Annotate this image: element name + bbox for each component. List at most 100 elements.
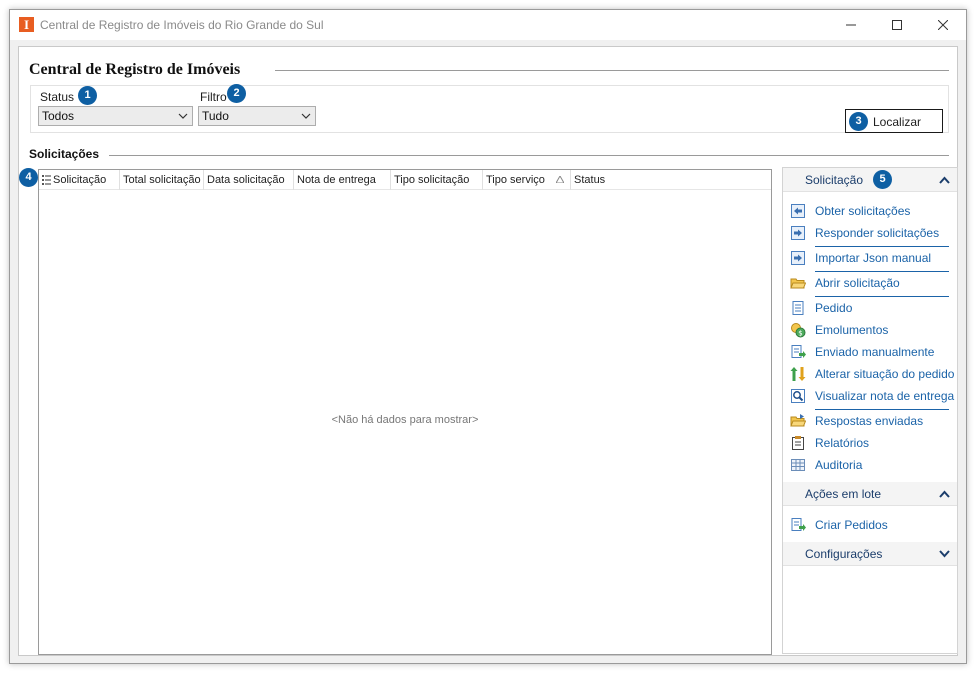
column-header-solicitacao[interactable]: Solicitação [39,170,120,190]
column-label: Tipo serviço [486,174,545,186]
obter-solicitacoes-item[interactable]: Obter solicitações [783,202,959,222]
maximize-button[interactable] [874,10,920,40]
status-select[interactable]: Todos [38,106,193,126]
maximize-icon [892,20,902,30]
import-icon [791,251,805,265]
item-label: Respostas enviadas [815,414,924,428]
visualizar-nota-de-entrega-item[interactable]: Visualizar nota de entrega [783,387,959,407]
main-panel: Central de Registro de Imóveis Status 1 … [18,46,958,656]
item-label: Visualizar nota de entrega [815,389,955,403]
title-bar[interactable]: I Central de Registro de Imóveis do Rio … [10,10,966,40]
column-label: Data solicitação [207,174,285,186]
criar-pedidos-item[interactable]: Criar Pedidos [783,516,959,536]
column-header-nota-de-entrega[interactable]: Nota de entrega [294,170,391,190]
auditoria-item[interactable]: Auditoria [783,456,959,476]
item-label: Abrir solicitação [815,276,900,290]
audit-grid-icon [791,459,805,471]
separator [815,409,949,410]
column-chooser-icon [42,175,51,185]
sort-ascending-icon [556,176,564,183]
close-icon [938,20,948,30]
page-title: Central de Registro de Imóveis [29,61,241,78]
filter-panel: Status 1 Todos Filtro 2 Tudo [30,84,949,133]
chevron-down-icon [178,113,188,119]
arrow-left-icon [791,204,805,218]
send-manual-icon [791,345,806,358]
importar-json-manual-item[interactable]: Importar Json manual [783,249,959,269]
app-window: I Central de Registro de Imóveis do Rio … [9,9,967,664]
separator [815,296,949,297]
abrir-solicitacao-item[interactable]: Abrir solicitação [783,274,959,294]
callout-badge-4: 4 [19,168,38,187]
item-label: Responder solicitações [815,226,940,240]
item-label: Criar Pedidos [815,518,888,532]
app-logo-icon: I [19,17,34,32]
title-divider [275,70,949,71]
magnifier-icon [791,389,805,403]
filtro-value: Tudo [202,109,229,123]
group-title: Ações em lote [805,487,882,501]
grid-header: Solicitação Total solicitação Data solic… [39,170,771,190]
filtro-select[interactable]: Tudo [198,106,316,126]
localizar-button[interactable]: 3 Localizar [845,109,943,133]
column-label: Tipo solicitação [394,174,470,186]
responder-solicitacoes-item[interactable]: Responder solicitações [783,224,959,244]
coins-icon: $ [791,323,806,338]
action-sidebar: Solicitação 5 Obter solicitações Respond… [782,167,958,654]
respostas-enviadas-item[interactable]: Respostas enviadas [783,412,959,432]
chevron-down-icon [939,550,950,558]
report-icon [792,436,804,450]
window-title: Central de Registro de Imóveis do Rio Gr… [40,18,324,32]
column-label: Status [574,174,606,186]
callout-badge-3: 3 [849,112,868,131]
item-label: Auditoria [815,458,863,472]
solicitacoes-title: Solicitações [29,147,100,161]
item-label: Emolumentos [815,323,889,337]
group-header-solicitacao[interactable]: Solicitação 5 [783,168,957,192]
arrow-right-icon [791,226,805,240]
solicitacoes-grid[interactable]: Solicitação Total solicitação Data solic… [38,169,772,655]
svg-text:$: $ [798,330,802,338]
item-label: Relatórios [815,436,870,450]
chevron-down-icon [301,113,311,119]
enviado-manualmente-item[interactable]: Enviado manualmente [783,343,959,363]
item-label: Obter solicitações [815,204,911,218]
document-icon [792,301,804,315]
item-label: Enviado manualmente [815,345,935,359]
create-orders-icon [791,518,806,531]
separator [815,271,949,272]
callout-badge-1: 1 [78,86,97,105]
swap-arrows-icon [790,367,806,381]
minimize-button[interactable] [828,10,874,40]
callout-badge-2: 2 [227,84,246,103]
localizar-label: Localizar [873,115,922,129]
column-header-data-solicitacao[interactable]: Data solicitação [204,170,294,190]
column-header-status[interactable]: Status [571,170,771,190]
status-label: Status [40,90,75,104]
chevron-up-icon [939,176,950,184]
relatorios-item[interactable]: Relatórios [783,434,959,454]
close-button[interactable] [920,10,966,40]
emolumentos-item[interactable]: $ Emolumentos [783,321,959,341]
column-header-total-solicitacao[interactable]: Total solicitação [120,170,204,190]
column-header-tipo-solicitacao[interactable]: Tipo solicitação [391,170,483,190]
group-title: Configurações [805,547,883,561]
status-value: Todos [42,109,75,123]
chevron-up-icon [939,490,950,498]
group-header-configuracoes[interactable]: Configurações [783,542,957,566]
callout-badge-5: 5 [873,170,892,189]
column-label: Solicitação [53,174,107,186]
column-header-tipo-servico[interactable]: Tipo serviço [483,170,571,190]
alterar-situacao-do-pedido-item[interactable]: Alterar situação do pedido [783,365,959,385]
filtro-label: Filtro [200,90,227,104]
pedido-item[interactable]: Pedido [783,299,959,319]
item-label: Importar Json manual [815,251,932,265]
folder-open-icon [790,278,806,289]
item-label: Alterar situação do pedido [815,367,955,381]
minimize-icon [846,24,856,26]
folder-send-icon [790,414,806,427]
solicitacoes-divider [109,155,949,156]
group-header-acoes-em-lote[interactable]: Ações em lote [783,482,957,506]
item-label: Pedido [815,301,853,315]
empty-grid-message: <Não há dados para mostrar> [331,414,479,426]
